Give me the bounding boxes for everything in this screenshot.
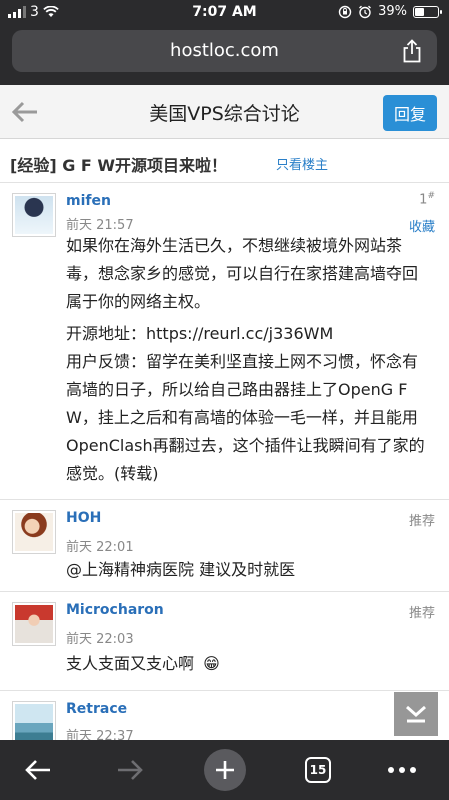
forum-nav-bar: 美国VPS综合讨论 回复 (0, 85, 449, 139)
thread-header: [经验] G F W开源项目来啦！ 只看楼主 (0, 139, 449, 183)
post-item: HOH 推荐 前天 22:01 @上海精神病医院 建议及时就医 (0, 500, 449, 592)
plus-icon (216, 761, 234, 779)
recommend-link[interactable]: 推荐 (409, 510, 435, 529)
username[interactable]: Retrace (66, 701, 127, 717)
recommend-link[interactable]: 推荐 (409, 602, 435, 621)
post-item: Microcharon 推荐 前天 22:03 支人支面又支心啊 😁 (0, 592, 449, 691)
owner-only-link[interactable]: 只看楼主 (276, 154, 328, 173)
post-item: mifen 1# 前天 21:57 收藏 如果你在海外生活已久，不想继续被境外网… (0, 183, 449, 500)
browser-top-chrome: 3 7:07 AM 39% hostloc.com (0, 0, 449, 85)
avatar[interactable] (12, 193, 56, 237)
username[interactable]: mifen (66, 193, 111, 209)
username[interactable]: HOH (66, 510, 101, 526)
alarm-icon (359, 5, 372, 18)
reply-button[interactable]: 回复 (383, 95, 437, 131)
arrow-right-icon (118, 760, 143, 780)
post-paragraph: 用户反馈：留学在美利坚直接上网不习惯，怀念有高墙的日子，所以给自己路由器挂上了O… (66, 352, 425, 483)
url-text: hostloc.com (170, 40, 279, 61)
arrow-down-to-line-icon (406, 705, 426, 723)
post-time: 前天 21:57 (66, 218, 134, 233)
post-paragraph: 开源地址：https://reurl.cc/j336WM (66, 324, 334, 343)
browser-bottom-toolbar: 15 (0, 740, 449, 800)
post-paragraph: 支人支面又支心啊 😁 (66, 650, 432, 678)
post-text: 支人支面又支心啊 (66, 654, 195, 673)
address-bar[interactable]: hostloc.com (12, 30, 437, 72)
avatar[interactable] (12, 602, 56, 646)
battery-percent: 39% (378, 4, 407, 19)
avatar[interactable] (12, 701, 56, 745)
post-body: 如果你在海外生活已久，不想继续被境外网站茶毒，想念家乡的感觉，可以自行在家搭建高… (66, 232, 432, 488)
post-body: @上海精神病医院 建议及时就医 (66, 556, 432, 584)
post-item: Retrace 前天 22:37 (0, 691, 449, 746)
arrow-left-icon (25, 760, 50, 780)
thread-title: [经验] G F W开源项目来啦！ (10, 156, 228, 175)
share-icon[interactable] (401, 39, 423, 63)
more-dots-icon (388, 767, 416, 773)
forward-button[interactable] (112, 752, 148, 788)
grin-emoji-icon: 😁 (203, 654, 220, 673)
tabs-button[interactable]: 15 (300, 752, 336, 788)
back-button[interactable] (20, 752, 56, 788)
username[interactable]: Microcharon (66, 602, 164, 618)
avatar[interactable] (12, 510, 56, 554)
scroll-to-bottom-button[interactable] (394, 692, 438, 736)
post-body: 支人支面又支心啊 😁 (66, 650, 432, 678)
more-menu-button[interactable] (384, 752, 420, 788)
post-paragraph: 如果你在海外生活已久，不想继续被境外网站茶毒，想念家乡的感觉，可以自行在家搭建高… (66, 236, 419, 311)
post-time: 前天 22:01 (66, 540, 134, 555)
forum-title: 美国VPS综合讨论 (149, 103, 300, 125)
status-bar: 3 7:07 AM 39% (0, 0, 449, 26)
battery-icon (413, 5, 442, 18)
new-tab-button[interactable] (204, 749, 246, 791)
orientation-lock-icon (338, 5, 352, 18)
floor-number: 1# (419, 191, 435, 208)
post-time: 前天 22:03 (66, 632, 134, 647)
tabs-count: 15 (305, 757, 331, 783)
post-paragraph: @上海精神病医院 建议及时就医 (66, 560, 296, 579)
